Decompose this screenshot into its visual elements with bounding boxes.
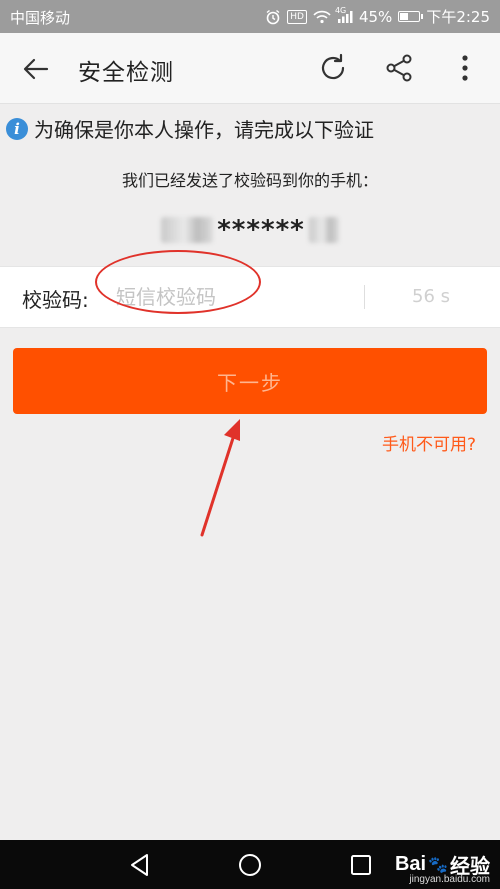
verify-notice: i 为确保是你本人操作，请完成以下验证 — [6, 114, 374, 143]
masked-digits: ****** — [217, 215, 305, 245]
app-header: 安全检测 — [0, 33, 500, 104]
input-divider — [364, 285, 365, 309]
back-button[interactable] — [20, 53, 52, 85]
carrier-label: 中国移动 — [10, 9, 71, 27]
nav-back-button[interactable] — [125, 850, 155, 880]
sent-message: 我们已经发送了校验码到你的手机： — [121, 171, 378, 190]
alarm-icon — [265, 9, 281, 25]
phone-unavailable-link[interactable]: 手机不可用? — [382, 430, 476, 455]
verification-code-row: 校验码: 56 s — [0, 266, 500, 328]
refresh-icon — [321, 53, 345, 80]
sms-code-input[interactable] — [114, 279, 348, 315]
notice-text: 为确保是你本人操作，请完成以下验证 — [34, 118, 374, 142]
square-recents-icon — [351, 855, 371, 875]
status-bar: 中国移动 HD 4G 45% 下午2:25 — [0, 0, 500, 33]
blurred-digits — [308, 217, 339, 243]
share-icon — [386, 54, 412, 82]
blurred-digits — [161, 217, 214, 243]
battery-percent: 45% — [358, 7, 393, 26]
wifi-icon — [313, 10, 331, 24]
watermark-url: jingyan.baidu.com — [409, 874, 490, 885]
battery-icon — [398, 11, 424, 22]
paw-icon: 🐾 — [428, 856, 448, 874]
clock: 下午2:25 — [426, 8, 490, 26]
page-title: 安全检测 — [78, 60, 174, 86]
network-type: 4G — [334, 5, 347, 15]
info-icon: i — [6, 117, 28, 140]
nav-recents-button[interactable] — [346, 850, 376, 880]
triangle-back-icon — [131, 854, 148, 876]
signal-icon: 4G — [335, 6, 353, 24]
next-step-button[interactable]: 下一步 — [13, 348, 487, 414]
watermark-brand: Bai — [394, 853, 427, 875]
code-label: 校验码: — [22, 288, 89, 312]
more-button[interactable] — [450, 51, 480, 85]
circle-home-icon — [239, 854, 261, 876]
baidu-jingyan-watermark: Bai 🐾 经验 jingyan.baidu.com — [394, 850, 490, 885]
status-right: HD 4G 45% 下午2:25 — [265, 6, 490, 27]
nav-home-button[interactable] — [235, 850, 265, 880]
more-vertical-icon — [462, 55, 468, 81]
hd-badge: HD — [287, 9, 307, 24]
share-button[interactable] — [382, 51, 416, 85]
system-nav-bar: Bai 🐾 经验 jingyan.baidu.com — [0, 840, 500, 889]
back-arrow-icon — [23, 58, 49, 80]
refresh-button[interactable] — [316, 51, 350, 85]
annotation-arrow — [200, 419, 240, 537]
resend-countdown[interactable]: 56 s — [412, 286, 450, 307]
masked-phone-number: ****** — [0, 212, 500, 248]
